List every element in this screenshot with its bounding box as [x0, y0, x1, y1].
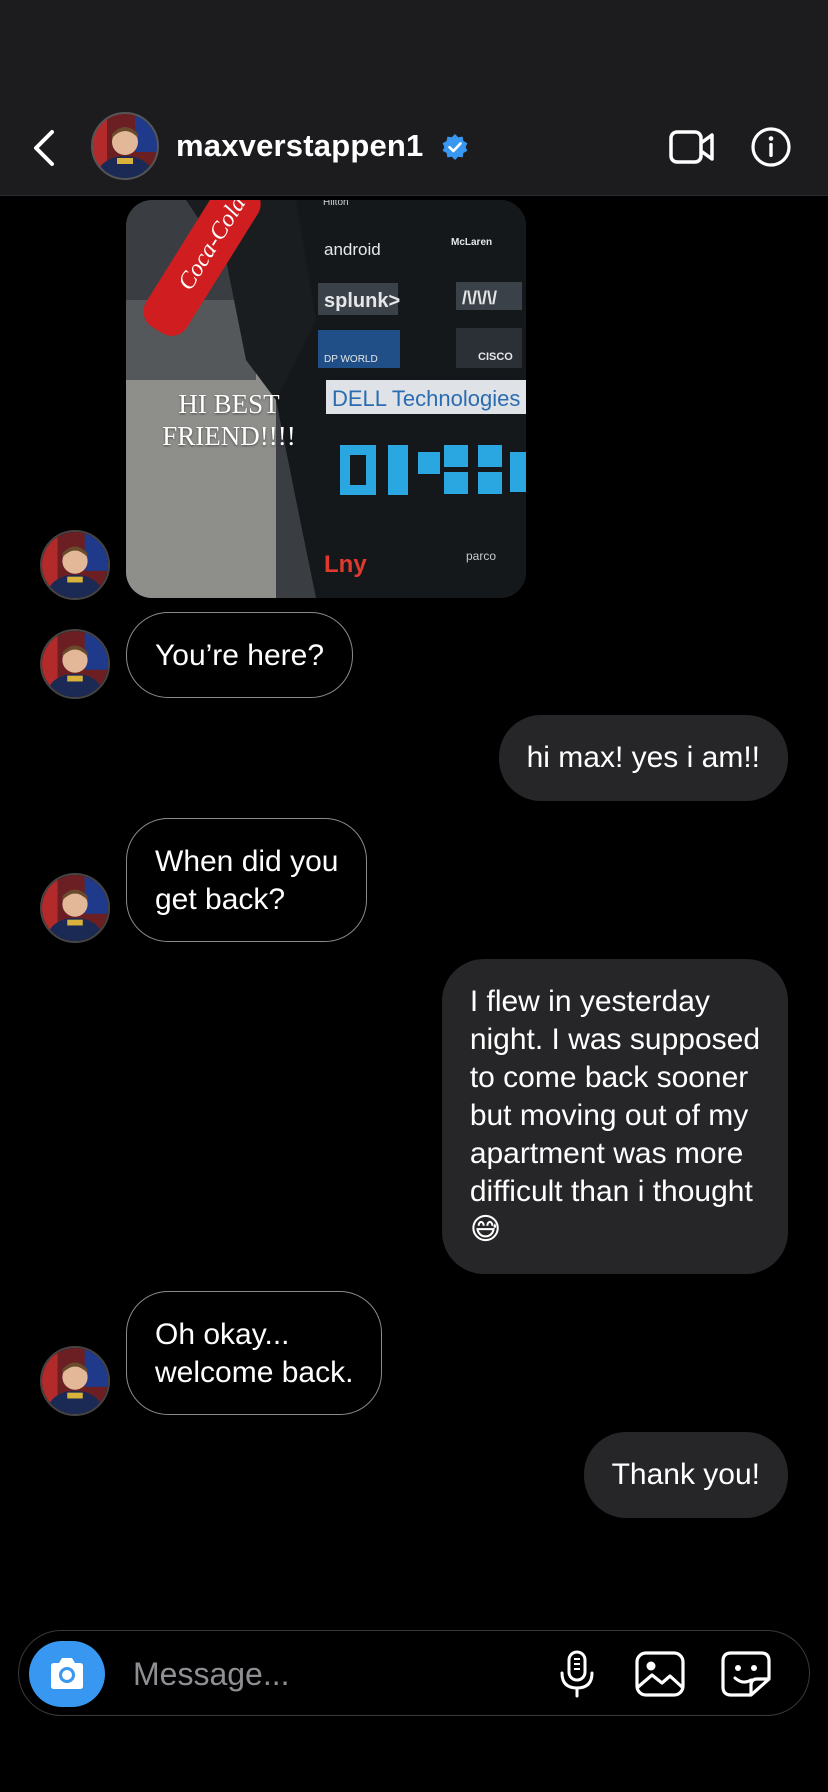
message-line: night. I was supposed	[469, 1023, 760, 1056]
back-chevron-icon[interactable]	[28, 126, 64, 170]
emoji: 😅	[469, 1213, 502, 1246]
message-line: get back?	[155, 883, 286, 916]
brand-label: CISCO	[478, 351, 513, 363]
sticker-icon[interactable]	[719, 1649, 773, 1699]
message-text: hi max! yes i am!!	[526, 741, 760, 774]
svg-text:/\/\/\/: /\/\/\/	[462, 288, 497, 308]
message-bubble-incoming[interactable]: You’re here?	[126, 612, 354, 698]
microphone-icon[interactable]	[555, 1649, 599, 1699]
message-line: difficult than i thought	[469, 1175, 753, 1208]
message-line: When did you	[155, 845, 339, 878]
sender-avatar[interactable]	[40, 530, 110, 600]
chat-header: maxverstappen1	[0, 100, 828, 196]
gallery-icon[interactable]	[633, 1649, 687, 1699]
brand-label: Lny	[324, 551, 367, 578]
verified-badge-icon	[442, 134, 468, 160]
caption-line: HI BEST	[178, 389, 280, 419]
brand-label: Hilton	[323, 200, 349, 208]
brand-label: android	[324, 240, 381, 259]
photo-caption: HI BEST FRIEND!!!!	[154, 388, 304, 452]
chat-username[interactable]: maxverstappen1	[176, 128, 424, 164]
sender-avatar[interactable]	[40, 873, 110, 943]
message-text: You’re here?	[155, 639, 325, 672]
message-line: Oh okay...	[155, 1318, 290, 1351]
message-text: Thank you!	[611, 1458, 760, 1491]
header-avatar[interactable]	[91, 112, 159, 180]
brand-label: DP WORLD	[324, 354, 378, 365]
message-composer	[18, 1630, 810, 1716]
brand-label: McLaren	[451, 237, 492, 248]
brand-label: splunk>	[324, 290, 400, 312]
message-bubble-incoming[interactable]: Oh okay... welcome back.	[126, 1291, 383, 1415]
video-call-icon[interactable]	[668, 126, 716, 168]
brand-label: DELL Technologies	[332, 386, 520, 411]
message-line: apartment was more	[469, 1137, 744, 1170]
shared-photo[interactable]: Coca-Cola Hilton android McLaren splunk>…	[126, 200, 526, 598]
sender-avatar[interactable]	[40, 1346, 110, 1416]
message-line: I flew in yesterday	[469, 985, 710, 1018]
info-icon[interactable]	[750, 126, 792, 168]
camera-icon	[51, 1658, 83, 1689]
message-line: welcome back.	[155, 1356, 354, 1389]
caption-line: FRIEND!!!!	[162, 421, 296, 451]
message-bubble-incoming[interactable]: When did you get back?	[126, 818, 368, 942]
brand-label: parco	[466, 549, 496, 563]
status-bar	[0, 0, 828, 100]
message-bubble-outgoing[interactable]: Thank you!	[583, 1432, 788, 1518]
message-line: but moving out of my	[469, 1099, 749, 1132]
message-bubble-outgoing[interactable]: I flew in yesterday night. I was suppose…	[441, 959, 788, 1274]
camera-button[interactable]	[29, 1641, 105, 1707]
sender-avatar[interactable]	[40, 629, 110, 699]
message-bubble-outgoing[interactable]: hi max! yes i am!!	[498, 715, 788, 801]
message-line: to come back sooner	[469, 1061, 749, 1094]
message-input[interactable]	[131, 1649, 475, 1699]
